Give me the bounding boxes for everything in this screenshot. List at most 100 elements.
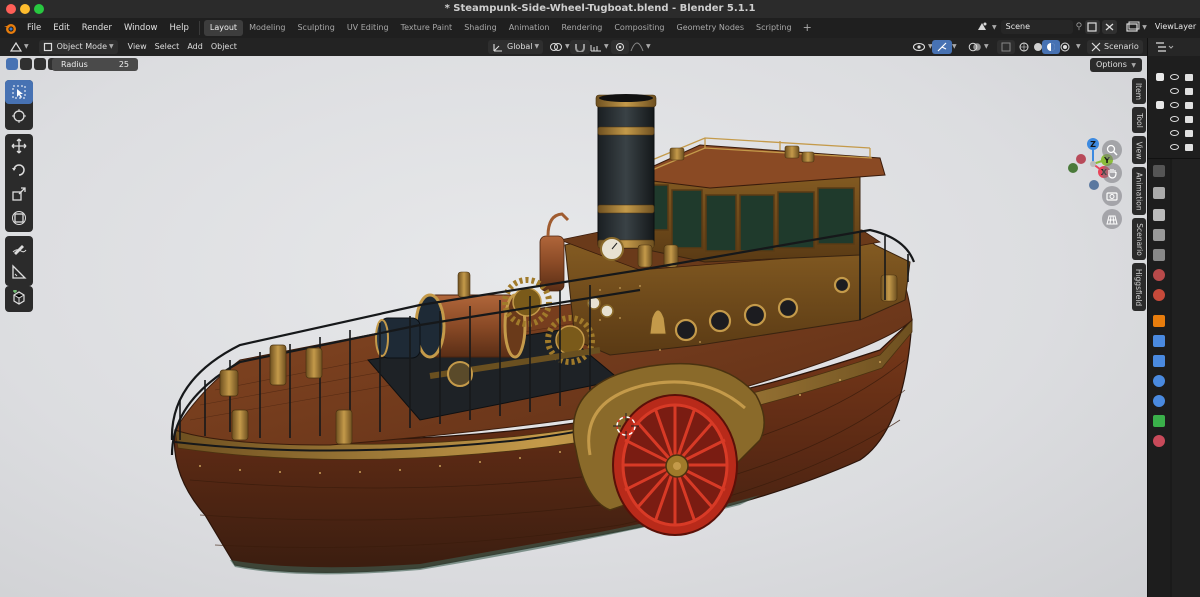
tool-props-icon[interactable] bbox=[1153, 187, 1165, 199]
view-layer-props-icon[interactable] bbox=[1153, 249, 1165, 261]
overlays-toggle[interactable]: ▼ bbox=[964, 40, 993, 54]
render-props-icon[interactable] bbox=[1153, 209, 1165, 221]
options-button[interactable]: Options ▼ bbox=[1090, 58, 1143, 72]
workspace-tab-animation[interactable]: Animation bbox=[503, 20, 556, 36]
workspace-tab-scripting[interactable]: Scripting bbox=[750, 20, 798, 36]
add-cube-tool[interactable] bbox=[5, 286, 33, 310]
move-tool[interactable] bbox=[5, 134, 33, 158]
select-new-icon[interactable] bbox=[6, 58, 18, 70]
pin-icon[interactable]: ⚲ bbox=[1076, 22, 1083, 32]
snap-target-selector[interactable]: ▼ bbox=[586, 40, 613, 54]
cursor-tool[interactable] bbox=[5, 104, 33, 128]
npanel-tab-scenario[interactable]: Scenario bbox=[1132, 218, 1146, 260]
new-scene-icon[interactable] bbox=[1085, 20, 1101, 34]
measure-tool[interactable] bbox=[5, 260, 33, 284]
constraints-props-icon[interactable] bbox=[1153, 395, 1165, 407]
particles-props-icon[interactable] bbox=[1153, 355, 1165, 367]
annotate-tool[interactable] bbox=[5, 236, 33, 260]
pan-view-button[interactable] bbox=[1102, 163, 1122, 183]
render-camera-icon[interactable] bbox=[1185, 115, 1193, 123]
mode-selector[interactable]: Object Mode ▼ bbox=[38, 40, 118, 54]
props-editor-type-icon[interactable] bbox=[1153, 165, 1165, 177]
gizmo-neg-x-axis[interactable] bbox=[1076, 154, 1086, 164]
menu-add[interactable]: Add bbox=[183, 40, 207, 54]
view-layer-field[interactable]: ViewLayer bbox=[1150, 20, 1200, 34]
select-extend-icon[interactable] bbox=[20, 58, 32, 70]
render-camera-icon[interactable] bbox=[1185, 101, 1193, 109]
scenario-button[interactable]: Scenario bbox=[1087, 40, 1143, 54]
eye-icon[interactable] bbox=[1170, 116, 1179, 122]
gizmo-neg-z-axis[interactable] bbox=[1089, 180, 1099, 190]
window-maximize-button[interactable] bbox=[34, 4, 44, 14]
eye-icon[interactable] bbox=[1170, 102, 1179, 108]
blender-logo-icon[interactable] bbox=[3, 21, 17, 35]
data-props-icon[interactable] bbox=[1153, 415, 1165, 427]
workspace-tab-modeling[interactable]: Modeling bbox=[243, 20, 291, 36]
steampunk-tugboat-model[interactable] bbox=[0, 56, 1147, 597]
delete-scene-icon[interactable] bbox=[1102, 20, 1118, 34]
rotate-tool[interactable] bbox=[5, 158, 33, 182]
outliner-row-5[interactable] bbox=[1156, 127, 1200, 139]
npanel-tab-item[interactable]: Item bbox=[1132, 78, 1146, 104]
object-props-icon[interactable] bbox=[1153, 315, 1165, 327]
zoom-view-button[interactable] bbox=[1102, 140, 1122, 160]
window-close-button[interactable] bbox=[6, 4, 16, 14]
3d-viewport[interactable]: Z Y X Item Tool View Animation Scenario … bbox=[0, 56, 1147, 597]
outliner-editor-icon[interactable] bbox=[1154, 40, 1176, 54]
ortho-toggle-button[interactable] bbox=[1102, 209, 1122, 229]
falloff-selector[interactable]: ▼ bbox=[626, 40, 655, 54]
workspace-tab-shading[interactable]: Shading bbox=[458, 20, 503, 36]
world-props-icon[interactable] bbox=[1153, 289, 1165, 301]
eye-icon[interactable] bbox=[1170, 144, 1179, 150]
workspace-tab-geometry-nodes[interactable]: Geometry Nodes bbox=[671, 20, 750, 36]
menu-object[interactable]: Object bbox=[207, 40, 241, 54]
outliner-row-2[interactable] bbox=[1156, 85, 1200, 97]
npanel-tab-view[interactable]: View bbox=[1132, 136, 1146, 164]
workspace-tab-uv-editing[interactable]: UV Editing bbox=[341, 20, 395, 36]
add-workspace-button[interactable]: + bbox=[798, 20, 817, 36]
menu-render[interactable]: Render bbox=[76, 20, 118, 36]
menu-help[interactable]: Help bbox=[163, 20, 194, 36]
outliner-row-4[interactable] bbox=[1156, 113, 1200, 125]
eye-icon[interactable] bbox=[1170, 88, 1179, 94]
physics-props-icon[interactable] bbox=[1153, 375, 1165, 387]
scene-icon[interactable] bbox=[975, 20, 990, 34]
material-props-icon[interactable] bbox=[1153, 435, 1165, 447]
outliner-row-6[interactable] bbox=[1156, 141, 1200, 153]
modifier-props-icon[interactable] bbox=[1153, 335, 1165, 347]
outliner-row-3[interactable] bbox=[1156, 99, 1200, 111]
render-camera-icon[interactable] bbox=[1185, 73, 1193, 81]
menu-view[interactable]: View bbox=[124, 40, 151, 54]
workspace-tab-rendering[interactable]: Rendering bbox=[555, 20, 608, 36]
workspace-tab-sculpting[interactable]: Sculpting bbox=[291, 20, 340, 36]
render-camera-icon[interactable] bbox=[1185, 129, 1193, 137]
scale-tool[interactable] bbox=[5, 182, 33, 206]
output-props-icon[interactable] bbox=[1153, 229, 1165, 241]
xray-toggle[interactable] bbox=[997, 40, 1015, 54]
exclude-checkbox[interactable] bbox=[1156, 73, 1164, 81]
eye-icon[interactable] bbox=[1170, 74, 1179, 80]
menu-edit[interactable]: Edit bbox=[47, 20, 75, 36]
shading-options[interactable]: ▼ bbox=[1070, 40, 1085, 54]
gizmo-neg-y-axis[interactable] bbox=[1068, 163, 1078, 173]
render-camera-icon[interactable] bbox=[1185, 87, 1193, 95]
menu-select[interactable]: Select bbox=[151, 40, 184, 54]
exclude-checkbox[interactable] bbox=[1156, 101, 1164, 109]
outliner-row-1[interactable] bbox=[1156, 71, 1200, 83]
editor-type-button[interactable]: ▼ bbox=[6, 40, 33, 54]
select-box-tool[interactable] bbox=[5, 80, 33, 104]
view-layer-icon[interactable] bbox=[1125, 20, 1140, 34]
workspace-tab-compositing[interactable]: Compositing bbox=[608, 20, 670, 36]
npanel-tab-animation[interactable]: Animation bbox=[1132, 167, 1146, 215]
eye-icon[interactable] bbox=[1170, 130, 1179, 136]
view-layer-chevron-icon[interactable]: ▼ bbox=[1142, 24, 1147, 31]
npanel-tab-tool[interactable]: Tool bbox=[1132, 107, 1146, 133]
npanel-tab-higgsfield[interactable]: Higgsfield bbox=[1132, 263, 1146, 311]
menu-file[interactable]: File bbox=[21, 20, 47, 36]
scene-chevron-icon[interactable]: ▼ bbox=[992, 24, 997, 31]
select-subtract-icon[interactable] bbox=[34, 58, 46, 70]
scene-name-field[interactable]: Scene bbox=[1000, 20, 1073, 34]
scene-props-icon[interactable] bbox=[1153, 269, 1165, 281]
gizmo-options[interactable]: ▼ bbox=[946, 40, 961, 54]
window-minimize-button[interactable] bbox=[20, 4, 30, 14]
